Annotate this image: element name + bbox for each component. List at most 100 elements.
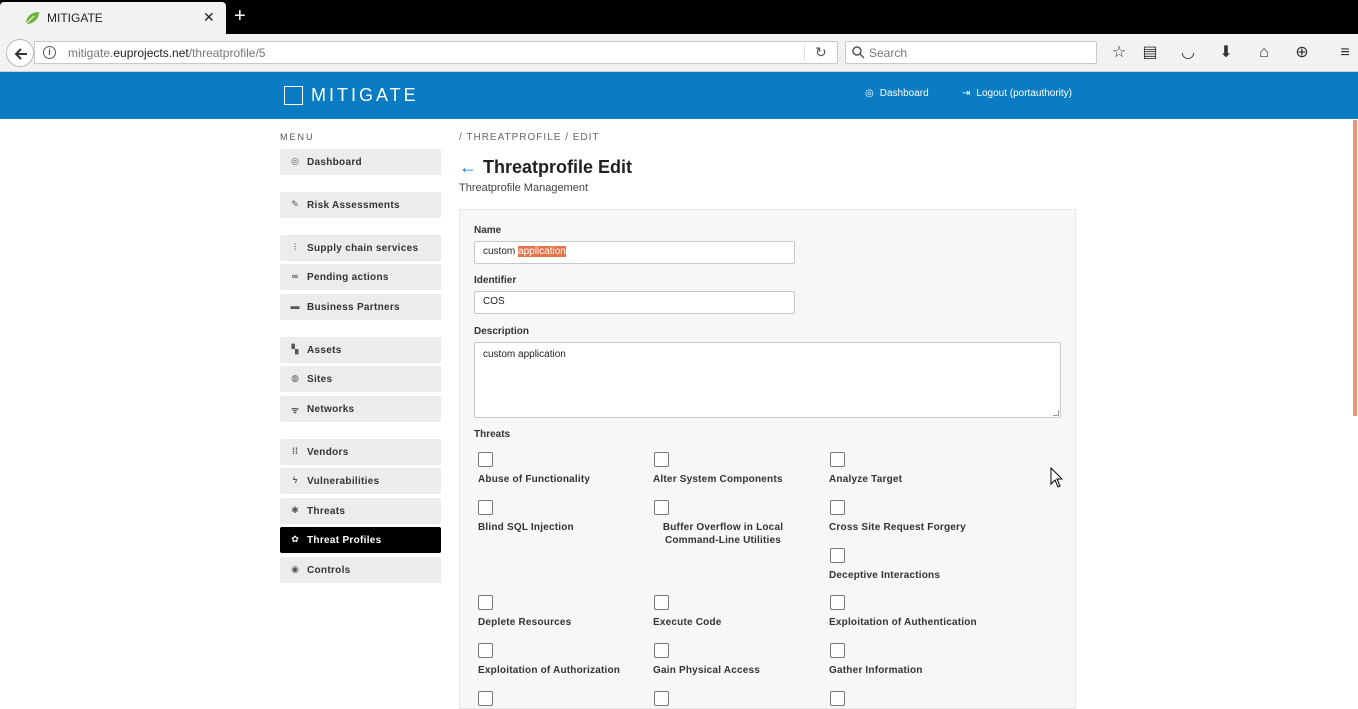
- resize-handle[interactable]: [1053, 410, 1059, 416]
- search-icon: [852, 46, 865, 59]
- home-icon[interactable]: ⌂: [1254, 43, 1274, 63]
- threat-checkbox[interactable]: [478, 643, 493, 658]
- name-field[interactable]: custom application: [474, 241, 795, 264]
- globe-icon[interactable]: ⊕: [1292, 43, 1312, 63]
- threat-checkbox[interactable]: [478, 452, 493, 467]
- breadcrumb: / THREATPROFILE / EDIT: [459, 132, 600, 143]
- threat-label: Gain Physical Access: [653, 665, 761, 676]
- threat-checkbox[interactable]: [830, 643, 845, 658]
- sidebar-item-threats[interactable]: ✱ Threats: [280, 498, 441, 524]
- browser-nav-bar: i mitigate.euprojects.net/threatprofile/…: [0, 34, 1358, 72]
- threat-checkbox[interactable]: [830, 548, 845, 563]
- description-field[interactable]: custom application: [474, 342, 1061, 418]
- url-text: mitigate.euprojects.net/threatprofile/5: [68, 46, 266, 60]
- threat-checkbox[interactable]: [830, 595, 845, 610]
- search-input[interactable]: Search: [869, 46, 907, 60]
- sidebar-item-threat-profiles[interactable]: ✿ Threat Profiles: [280, 527, 441, 553]
- identifier-field[interactable]: COS: [474, 291, 795, 314]
- sidebar-item-sites[interactable]: ◍ Sites: [280, 366, 441, 392]
- logo-icon: [284, 86, 303, 105]
- sidebar-item-assets[interactable]: ▚ Assets: [280, 337, 441, 363]
- identifier-label: Identifier: [474, 275, 517, 286]
- info-icon[interactable]: i: [43, 46, 56, 59]
- sidebar-item-vulnerabilities[interactable]: ϟ Vulnerabilities: [280, 468, 441, 494]
- briefcase-icon: ▬: [290, 301, 300, 311]
- sidebar-item-supply-chain-services[interactable]: ⫶ Supply chain services: [280, 235, 441, 261]
- sidebar-item-pending-actions[interactable]: ∞ Pending actions: [280, 264, 441, 290]
- wrench-icon: ✎: [291, 199, 299, 209]
- threat-label: Analyze Target: [829, 474, 903, 485]
- dashboard-link[interactable]: ◎ Dashboard: [865, 88, 929, 99]
- threat-label: Alter System Components: [653, 474, 783, 485]
- menu-icon[interactable]: ≡: [1335, 43, 1355, 63]
- browser-tab[interactable]: MITIGATE ✕: [0, 2, 226, 34]
- threats-label: Threats: [474, 429, 511, 440]
- threat-checkbox[interactable]: [830, 452, 845, 467]
- sidebar-item-risk-assessments[interactable]: ✎ Risk Assessments: [280, 192, 441, 218]
- download-icon[interactable]: ⬇: [1216, 43, 1236, 63]
- bug-icon: ✱: [291, 505, 299, 515]
- page-title: ← Threatprofile Edit: [459, 157, 633, 177]
- wifi-icon: ᯤ: [290, 405, 300, 415]
- app-header: MITIGATE ◎ Dashboard ⇥ Logout (portauthori…: [0, 72, 1358, 119]
- menu-title: MENU: [280, 132, 315, 142]
- threat-checkbox[interactable]: [654, 595, 669, 610]
- threat-label: Abuse of Functionality: [478, 474, 591, 485]
- logo[interactable]: MITIGATE: [311, 85, 419, 106]
- threat-checkbox[interactable]: [478, 595, 493, 610]
- sidebar-item-dashboard[interactable]: ◎ Dashboard: [280, 149, 441, 175]
- browser-tab-bar: MITIGATE ✕ +: [0, 0, 1358, 34]
- new-tab-icon[interactable]: +: [234, 5, 246, 27]
- globe-icon: ◍: [291, 373, 299, 383]
- reading-list-icon[interactable]: ▤: [1140, 43, 1160, 63]
- threat-checkbox[interactable]: [654, 452, 669, 467]
- sidebar-item-business-partners[interactable]: ▬ Business Partners: [280, 294, 441, 320]
- star-icon[interactable]: ☆: [1109, 43, 1129, 63]
- name-label: Name: [474, 225, 502, 236]
- threat-label: Exploitation of Authentication: [829, 617, 977, 628]
- threat-checkbox[interactable]: [654, 691, 669, 706]
- tab-title: MITIGATE: [47, 11, 103, 25]
- scrollbar[interactable]: [1353, 120, 1357, 416]
- threat-label: Cross Site Request Forgery: [829, 522, 966, 533]
- arrow-left-icon: [14, 48, 27, 60]
- dashboard-icon: ◎: [865, 88, 874, 99]
- threat-checkbox[interactable]: [830, 500, 845, 515]
- threat-label: Execute Code: [653, 617, 722, 628]
- threat-checkbox[interactable]: [478, 500, 493, 515]
- url-bar[interactable]: i mitigate.euprojects.net/threatprofile/…: [34, 41, 838, 64]
- pocket-icon[interactable]: ◡: [1178, 43, 1198, 63]
- sidebar-item-controls[interactable]: ◉ Controls: [280, 557, 441, 583]
- page-subtitle: Threatprofile Management: [459, 182, 589, 194]
- threat-label: Exploitation of Authorization: [478, 665, 621, 676]
- threat-checkbox[interactable]: [654, 500, 669, 515]
- back-button[interactable]: [6, 39, 34, 67]
- threat-label: Buffer Overflow in Local Command-Line Ut…: [662, 522, 784, 546]
- chain-icon: ⫶: [293, 242, 297, 252]
- threat-label: Deceptive Interactions: [829, 570, 941, 581]
- grid-icon: ⁞⁞: [292, 446, 298, 456]
- logout-icon: ⇥: [962, 88, 971, 99]
- threat-label: Deplete Resources: [478, 617, 572, 628]
- dashboard-icon: ◎: [291, 156, 299, 166]
- bolt-icon: ϟ: [292, 475, 298, 485]
- profile-icon: ✿: [291, 534, 299, 544]
- search-bar[interactable]: Search: [845, 41, 1097, 64]
- sidebar-item-networks[interactable]: ᯤ Networks: [280, 396, 441, 422]
- sidebar-item-vendors[interactable]: ⁞⁞ Vendors: [280, 439, 441, 465]
- mouse-cursor-icon: [1050, 467, 1064, 488]
- threat-checkbox[interactable]: [654, 643, 669, 658]
- url-separator: [804, 45, 805, 61]
- eye-icon: ◉: [291, 564, 299, 574]
- threat-checkbox[interactable]: [478, 691, 493, 706]
- assets-icon: ▚: [291, 344, 299, 354]
- description-label: Description: [474, 326, 530, 337]
- logout-link[interactable]: ⇥ Logout (portauthority): [962, 88, 1072, 99]
- threat-label: Gather Information: [829, 665, 923, 676]
- threat-checkbox[interactable]: [830, 691, 845, 706]
- threat-label: Blind SQL Injection: [478, 522, 574, 533]
- link-icon: ∞: [291, 271, 299, 281]
- reload-icon[interactable]: ↻: [815, 44, 827, 61]
- arrow-left-icon[interactable]: ←: [459, 157, 477, 177]
- close-icon[interactable]: ✕: [203, 9, 215, 26]
